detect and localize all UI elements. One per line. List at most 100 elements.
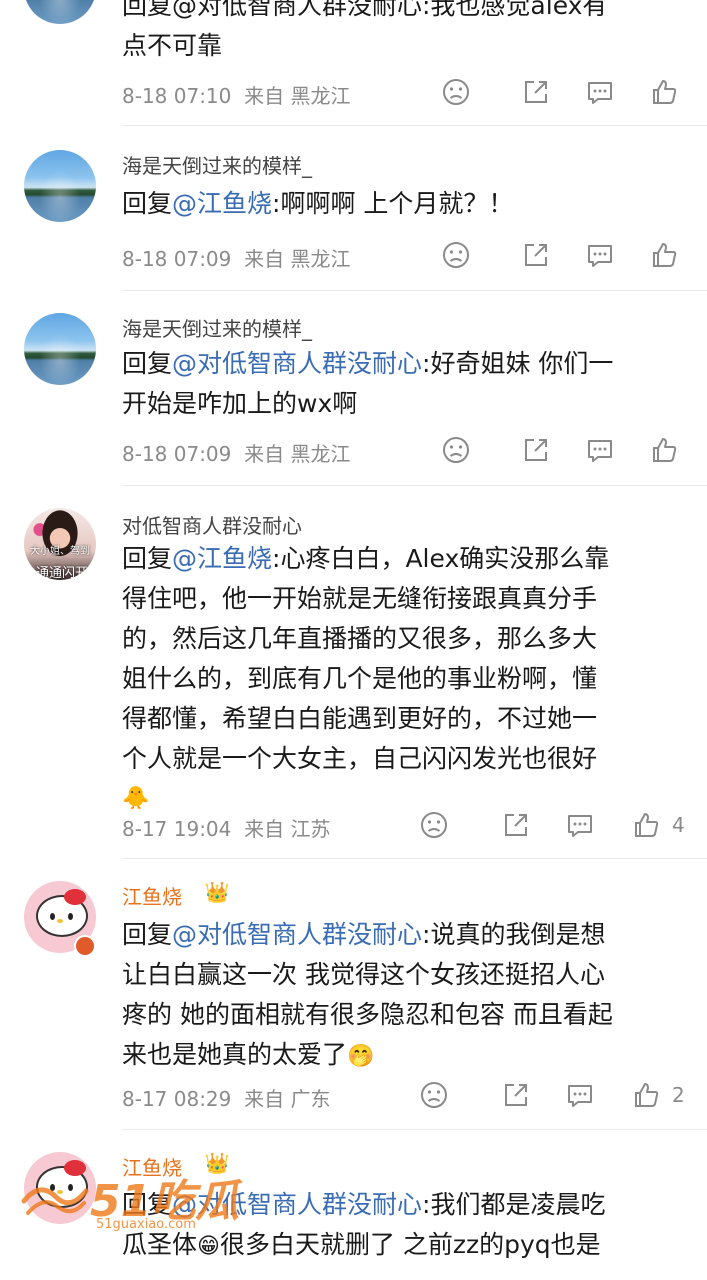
comment-date: 8-17 08:29 [122, 1087, 232, 1111]
reply-prefix: 回复 [122, 189, 173, 218]
username[interactable]: 江鱼烧 [122, 881, 182, 910]
username[interactable]: 对低智商人群没耐心 [122, 510, 302, 539]
comment-date: 8-18 07:09 [122, 442, 232, 466]
comment-location: 来自 黑龙江 [244, 84, 351, 108]
reply-prefix: 回复 [122, 349, 173, 378]
comment-icon[interactable] [582, 237, 618, 273]
comment-date-location: 8-18 07:10 来自 黑龙江 [122, 80, 350, 109]
avatar-caption: 大小姐、驾到 [30, 546, 90, 557]
like-icon[interactable] [646, 432, 682, 468]
comment-text: 回复@对低智商人群没耐心:我也感觉alex有 点不可靠 [122, 0, 687, 66]
verified-badge-icon [74, 935, 96, 957]
avatar[interactable]: 大小姐、驾到 通通闪开 [24, 508, 96, 580]
comment-text-line: 让白白赢这一次 我觉得这个女孩还挺招人心 [122, 960, 605, 989]
sad-face-icon[interactable] [438, 237, 474, 273]
reply-prefix: 回复 [122, 544, 173, 573]
crown-badge-icon: 👑 [204, 880, 230, 904]
sad-face-icon[interactable] [438, 74, 474, 110]
avatar[interactable] [24, 150, 96, 222]
comment-icon[interactable] [582, 74, 618, 110]
comment-icon[interactable] [562, 1077, 598, 1113]
comment-location: 来自 黑龙江 [244, 247, 351, 271]
watermark-url: 51guaxiao.com [96, 1217, 196, 1232]
comment-date-location: 8-18 07:09 来自 黑龙江 [122, 243, 350, 272]
like-icon[interactable] [646, 74, 682, 110]
comment-text-content: 来也是她真的太爱了 [122, 1040, 348, 1069]
comment-location: 来自 广东 [244, 1087, 331, 1111]
like-icon[interactable] [628, 807, 664, 843]
comment-text: 回复@江鱼烧:啊啊啊 上个月就？！ [122, 184, 687, 224]
comment-item: 江鱼烧 👑 回复@对低智商人群没耐心:说真的我倒是想 让白白赢这一次 我觉得这个… [0, 859, 707, 1130]
eye-icon [68, 913, 73, 920]
comment-meta: 8-18 07:09 来自 黑龙江 [122, 237, 687, 273]
username[interactable]: 海是天倒过来的模样_ [122, 150, 312, 179]
eye-icon [50, 913, 55, 920]
mention-link[interactable]: @对低智商人群没耐心 [172, 920, 422, 949]
grin-emoji-icon: 😁 [197, 1234, 220, 1259]
comment-text: 回复@对低智商人群没耐心:好奇姐妹 你们一 开始是咋加上的wx啊 [122, 344, 687, 424]
cover-mouth-emoji-icon: 🤭 [347, 1044, 375, 1069]
comment-meta: 8-18 07:10 来自 黑龙江 [122, 74, 687, 110]
comment-date-location: 8-17 08:29 来自 广东 [122, 1083, 330, 1112]
like-count: 4 [672, 813, 685, 837]
watermark-wave-icon [21, 1187, 89, 1215]
avatar[interactable] [24, 313, 96, 385]
like-count: 2 [672, 1083, 685, 1107]
comment-text-content: :好奇姐妹 你们一 [422, 349, 614, 378]
sad-face-icon[interactable] [438, 432, 474, 468]
comment-text-line: 姐什么的，到底有几个是他的事业粉啊，懂 [122, 664, 598, 693]
comment-meta: 8-17 08:29 来自 广东 2 [122, 1077, 687, 1113]
comment-text: 回复@江鱼烧:心疼白白，Alex确实没那么靠 得住吧，他一开始就是无缝衔接跟真真… [122, 539, 687, 819]
watermark-logo: 51吃瓜 51guaxiao.com [20, 1165, 250, 1235]
comment-date-location: 8-18 07:09 来自 黑龙江 [122, 438, 350, 467]
share-icon[interactable] [498, 807, 534, 843]
comment-item: 回复@对低智商人群没耐心:我也感觉alex有 点不可靠 8-18 07:10 来… [0, 0, 707, 126]
comment-meta: 8-18 07:09 来自 黑龙江 [122, 432, 687, 468]
comment-date: 8-18 07:10 [122, 84, 232, 108]
comment-text-content: :说真的我倒是想 [422, 920, 606, 949]
nose-icon [57, 919, 63, 923]
comment-text-line: 来也是她真的太爱了🤭 [122, 1035, 687, 1077]
comment-text-line: 开始是咋加上的wx啊 [122, 389, 358, 418]
mention-link[interactable]: @江鱼烧 [172, 189, 272, 218]
reply-prefix: 回复 [122, 920, 173, 949]
comment-text-line: 点不可靠 [122, 31, 223, 60]
avatar-caption: 通通闪开 [36, 566, 89, 580]
comment-text-line: 得都懂，希望白白能遇到更好的，不过她一 [122, 704, 598, 733]
comment-item: 海是天倒过来的模样_ 回复@对低智商人群没耐心:好奇姐妹 你们一 开始是咋加上的… [0, 291, 707, 486]
share-icon[interactable] [518, 237, 554, 273]
comment-date: 8-18 07:09 [122, 247, 232, 271]
comment-text-line: 的，然后这几年直播播的又很多，那么多大 [122, 624, 598, 653]
comment-location: 来自 江苏 [244, 817, 331, 841]
sad-face-icon[interactable] [416, 807, 452, 843]
comment-text-content: :我们都是凌晨吃 [422, 1190, 606, 1219]
comment-text-line: 回复@对低智商人群没耐心:好奇姐妹 你们一 [122, 344, 687, 384]
comment-text-line: 得住吧，他一开始就是无缝衔接跟真真分手 [122, 584, 598, 613]
comment-text: 回复@对低智商人群没耐心:说真的我倒是想 让白白赢这一次 我觉得这个女孩还挺招人… [122, 915, 687, 1077]
avatar[interactable] [24, 0, 96, 24]
comment-text-line: 回复@江鱼烧:心疼白白，Alex确实没那么靠 [122, 539, 687, 579]
bow-icon [64, 889, 86, 905]
like-icon[interactable] [628, 1077, 664, 1113]
comment-text-line: 回复@对低智商人群没耐心:说真的我倒是想 [122, 915, 687, 955]
comment-item: 大小姐、驾到 通通闪开 对低智商人群没耐心 回复@江鱼烧:心疼白白，Alex确实… [0, 486, 707, 859]
comment-date-location: 8-17 19:04 来自 江苏 [122, 813, 330, 842]
comment-text-line: 疼的 她的面相就有很多隐忍和包容 而且看起 [122, 1000, 613, 1029]
comment-text-content: :啊啊啊 上个月就？！ [272, 189, 514, 218]
mention-link[interactable]: @江鱼烧 [172, 544, 272, 573]
username[interactable]: 海是天倒过来的模样_ [122, 313, 312, 342]
share-icon[interactable] [518, 432, 554, 468]
share-icon[interactable] [518, 74, 554, 110]
share-icon[interactable] [498, 1077, 534, 1113]
comment-icon[interactable] [582, 432, 618, 468]
comment-date: 8-17 19:04 [122, 817, 232, 841]
sad-face-icon[interactable] [416, 1077, 452, 1113]
like-icon[interactable] [646, 237, 682, 273]
comment-text-content: 很多白天就删了 之前zz的pyq也是 [219, 1230, 601, 1259]
comment-meta: 8-17 19:04 来自 江苏 4 [122, 807, 687, 843]
comment-icon[interactable] [562, 807, 598, 843]
mention-link[interactable]: @对低智商人群没耐心 [172, 349, 422, 378]
comment-location: 来自 黑龙江 [244, 442, 351, 466]
comment-text-content: :心疼白白，Alex确实没那么靠 [272, 544, 610, 573]
comment-text-line: 个人就是一个大女主，自己闪闪发光也很好 [122, 744, 598, 773]
